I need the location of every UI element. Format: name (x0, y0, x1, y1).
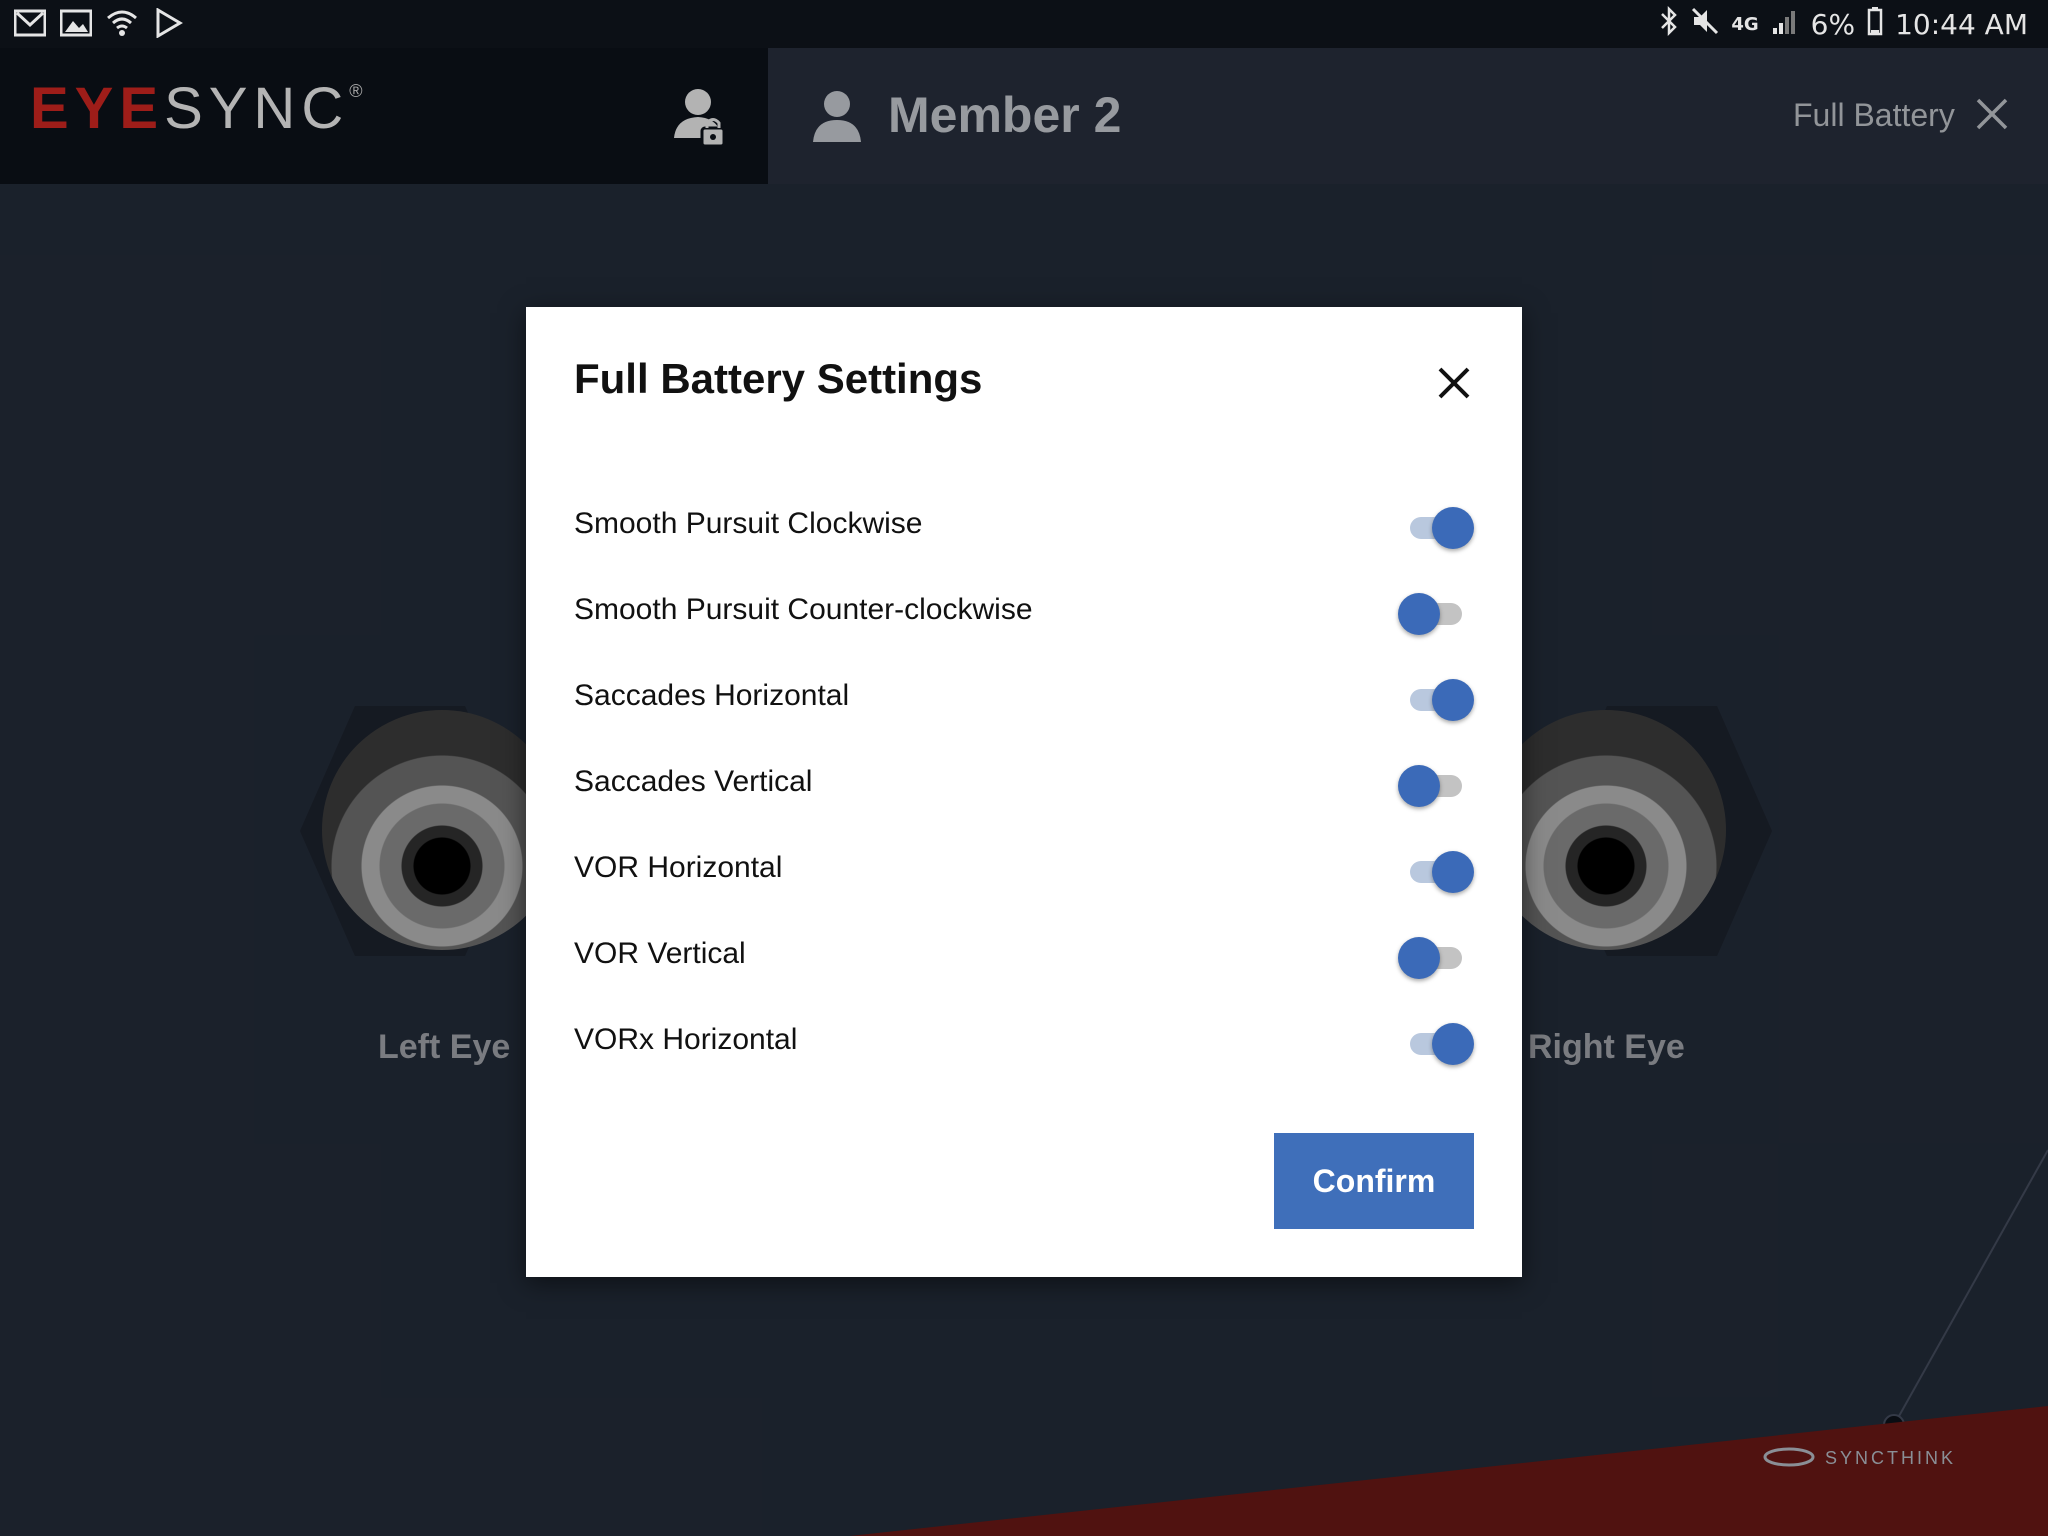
close-icon[interactable] (1434, 363, 1474, 403)
setting-row: VOR Horizontal (574, 841, 1474, 901)
setting-row: Saccades Vertical (574, 755, 1474, 815)
vor-horizontal-toggle[interactable] (1398, 847, 1474, 895)
saccades-vertical-toggle[interactable] (1398, 761, 1474, 809)
setting-row: Smooth Pursuit Clockwise (574, 497, 1474, 557)
setting-label: Saccades Vertical (574, 765, 813, 798)
setting-label: VOR Horizontal (574, 851, 783, 884)
setting-row: VOR Vertical (574, 927, 1474, 987)
setting-label: Smooth Pursuit Clockwise (574, 507, 923, 540)
vorx-horizontal-toggle[interactable] (1398, 1019, 1474, 1067)
saccades-horizontal-toggle[interactable] (1398, 675, 1474, 723)
setting-label: Saccades Horizontal (574, 679, 850, 712)
smooth-pursuit-counter-clockwise-toggle[interactable] (1398, 589, 1474, 637)
dialog-title: Full Battery Settings (574, 355, 983, 402)
setting-label: VORx Horizontal (574, 1023, 798, 1056)
setting-label: VOR Vertical (574, 937, 746, 970)
vor-vertical-toggle[interactable] (1398, 933, 1474, 981)
confirm-button[interactable]: Confirm (1274, 1133, 1474, 1229)
setting-row: Saccades Horizontal (574, 669, 1474, 729)
setting-row: Smooth Pursuit Counter-clockwise (574, 583, 1474, 643)
setting-row: VORx Horizontal (574, 1013, 1474, 1073)
setting-label: Smooth Pursuit Counter-clockwise (574, 593, 1033, 626)
smooth-pursuit-clockwise-toggle[interactable] (1398, 503, 1474, 551)
full-battery-settings-dialog: Full Battery Settings Smooth Pursuit Clo… (526, 307, 1522, 1277)
